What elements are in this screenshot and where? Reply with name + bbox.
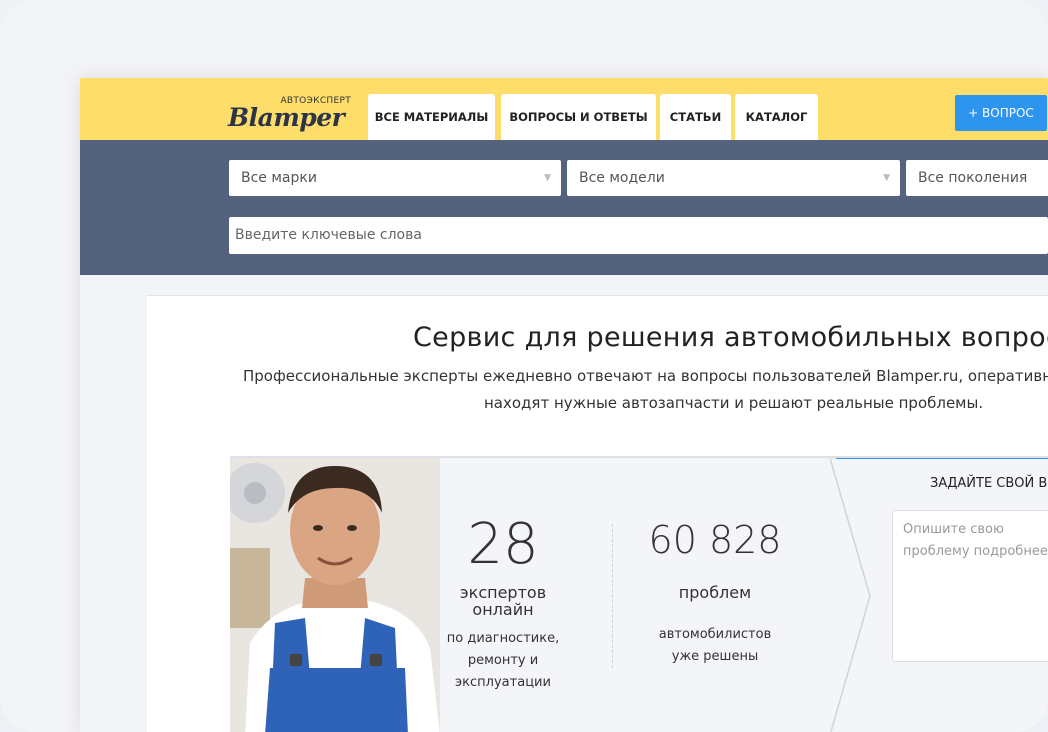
problems-count: 60 828 [648, 518, 782, 562]
site-header: АВТОЭКСПЕРТ Blamper ВСЕ МАТЕРИАЛЫ ВОПРОС… [80, 78, 1048, 140]
model-select-value: Все модели [579, 170, 665, 186]
stats-divider [612, 524, 614, 668]
brand-select-value: Все марки [241, 170, 317, 186]
tab-questions-answers[interactable]: ВОПРОСЫ И ОТВЕТЫ [501, 94, 656, 140]
page-title: Сервис для решения автомобильных вопросо… [413, 322, 1048, 353]
search-input[interactable]: Введите ключевые слова [229, 217, 1048, 254]
screenshot-frame: АВТОЭКСПЕРТ Blamper ВСЕ МАТЕРИАЛЫ ВОПРОС… [0, 0, 1048, 732]
logo-wordmark: Blamper [228, 103, 345, 132]
model-select[interactable]: Все модели ▼ [567, 160, 900, 196]
generation-select-value: Все поколения [918, 170, 1028, 186]
logo[interactable]: АВТОЭКСПЕРТ Blamper [228, 96, 353, 132]
chevron-down-icon: ▼ [883, 173, 890, 183]
tab-articles[interactable]: СТАТЬИ [660, 94, 731, 140]
filter-panel: Все марки ▼ Все модели ▼ Все поколения В… [80, 140, 1048, 275]
ask-form-accent [836, 458, 1048, 459]
question-textarea[interactable]: Опишите свою проблему подробнее [892, 510, 1048, 662]
browser-page: АВТОЭКСПЕРТ Blamper ВСЕ МАТЕРИАЛЫ ВОПРОС… [80, 78, 1048, 732]
ask-form-title: ЗАДАЙТЕ СВОЙ ВОПРОС [930, 476, 1048, 491]
intro-text-line-2: находят нужные автозапчасти и решают реа… [484, 394, 984, 412]
arrow-chevron-shape [830, 458, 871, 732]
stats-banner: 28 экспертов онлайн по диагностике, ремо… [230, 456, 1048, 732]
problems-description: автомобилистов уже решены [658, 627, 772, 664]
mechanic-photo [230, 458, 440, 732]
tab-all-materials[interactable]: ВСЕ МАТЕРИАЛЫ [368, 94, 495, 140]
chevron-down-icon: ▼ [544, 173, 551, 183]
generation-select[interactable]: Все поколения [906, 160, 1048, 196]
experts-count: 28 [467, 512, 539, 577]
experts-label: экспертов онлайн [459, 583, 547, 619]
ask-question-button[interactable]: + ВОПРОС [955, 95, 1047, 131]
content-card: Сервис для решения автомобильных вопросо… [147, 295, 1048, 732]
brand-select[interactable]: Все марки ▼ [229, 160, 561, 196]
intro-text-line-1: Профессиональные эксперты ежедневно отве… [243, 367, 1048, 385]
problems-label: проблем [678, 583, 752, 602]
question-textarea-placeholder: Опишите свою проблему подробнее [903, 522, 1048, 559]
experts-description: по диагностике, ремонту и эксплуатации [446, 631, 560, 690]
tab-catalog[interactable]: КАТАЛОГ [735, 94, 818, 140]
search-placeholder: Введите ключевые слова [235, 227, 422, 243]
